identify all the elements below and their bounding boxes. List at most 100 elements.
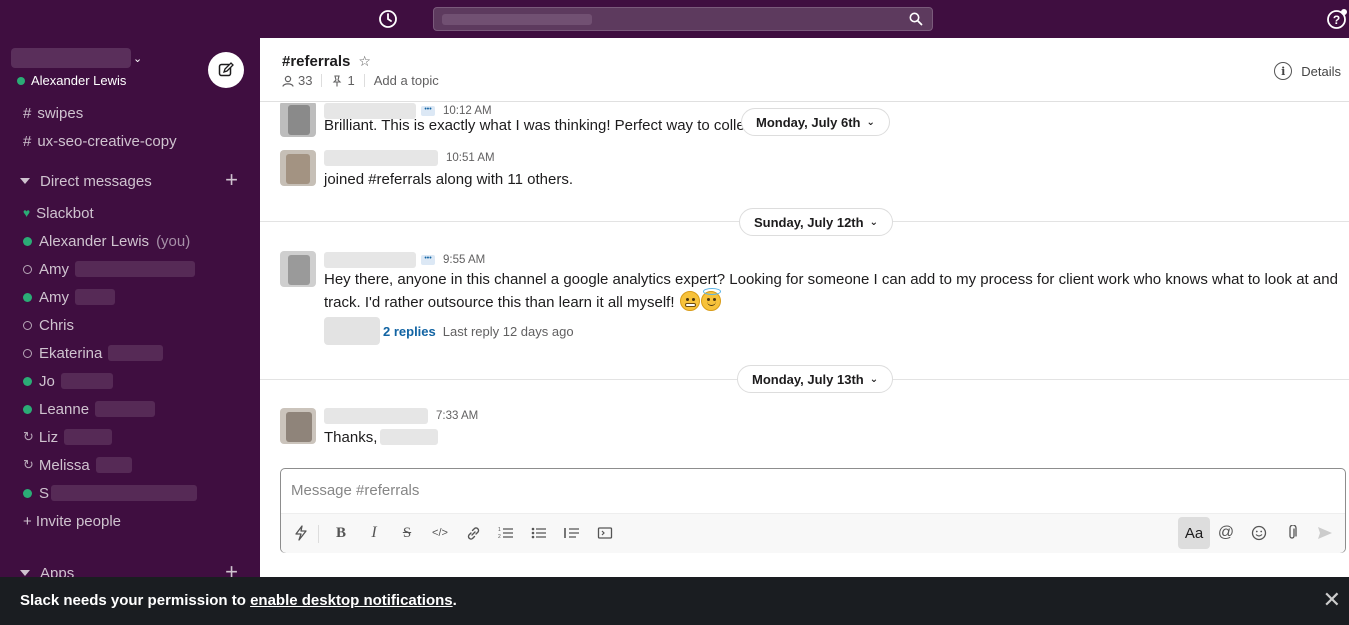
timestamp[interactable]: 7:33 AM bbox=[436, 410, 478, 422]
close-icon[interactable]: ✕ bbox=[1323, 587, 1341, 613]
details-button[interactable]: i Details bbox=[1274, 62, 1341, 80]
reply-avatars bbox=[324, 317, 380, 345]
chevron-down-icon: ⌄ bbox=[869, 373, 879, 385]
chevron-down-icon: ⌄ bbox=[869, 216, 878, 228]
members-icon bbox=[282, 75, 294, 87]
sender-name-blur[interactable] bbox=[324, 252, 416, 268]
away-status-icon bbox=[23, 320, 32, 330]
dm-amy-2[interactable]: Amy bbox=[0, 283, 260, 311]
message-list: ••• 10:12 AM Brilliant. This is exactly … bbox=[260, 103, 1349, 468]
name-blur bbox=[108, 345, 164, 361]
member-count[interactable]: 33 bbox=[298, 73, 312, 88]
mention-icon[interactable]: @ bbox=[1212, 519, 1240, 547]
chevron-down-icon[interactable]: ⌄ bbox=[133, 52, 142, 65]
add-topic-link[interactable]: Add a topic bbox=[374, 73, 439, 88]
online-status-icon bbox=[23, 376, 32, 386]
name-blur bbox=[64, 429, 113, 445]
attachment-icon[interactable] bbox=[1278, 519, 1306, 547]
avatar[interactable] bbox=[280, 251, 316, 287]
emoji-icon[interactable] bbox=[1245, 519, 1273, 547]
dm-s[interactable]: S bbox=[0, 479, 260, 507]
halo-emoji-icon bbox=[700, 288, 721, 311]
replies-link[interactable]: 2 replies bbox=[383, 324, 436, 339]
name-blur bbox=[95, 401, 156, 417]
avatar[interactable] bbox=[280, 103, 316, 137]
workspace-name[interactable] bbox=[11, 48, 131, 68]
compose-button[interactable] bbox=[208, 52, 244, 88]
svg-text:2: 2 bbox=[498, 534, 501, 540]
name-blur bbox=[95, 457, 132, 473]
avatar[interactable] bbox=[280, 408, 316, 444]
dm-chris[interactable]: Chris bbox=[0, 311, 260, 339]
timestamp[interactable]: 9:55 AM bbox=[443, 254, 485, 266]
invite-people-button[interactable]: + Invite people bbox=[0, 507, 260, 535]
add-dm-icon[interactable]: + bbox=[225, 169, 238, 191]
chevron-down-icon: ⌄ bbox=[866, 116, 875, 128]
refresh-status-icon: ↻ bbox=[23, 457, 34, 472]
avatar[interactable] bbox=[280, 150, 316, 186]
code-block-icon[interactable] bbox=[591, 519, 619, 547]
online-status-icon bbox=[17, 76, 25, 85]
strikethrough-icon[interactable]: S bbox=[393, 519, 421, 547]
dm-leanne[interactable]: Leanne bbox=[0, 395, 260, 423]
dm-alexander-lewis[interactable]: Alexander Lewis (you) bbox=[0, 227, 260, 255]
direct-messages-section[interactable]: Direct messages + bbox=[0, 167, 260, 195]
dm-melissa[interactable]: ↻ Melissa bbox=[0, 451, 260, 479]
day-divider-july-13[interactable]: Monday, July 13th ⌄ bbox=[737, 365, 894, 393]
code-icon[interactable]: </> bbox=[426, 519, 454, 547]
mention-blur bbox=[380, 429, 439, 445]
enable-notifications-link[interactable]: enable desktop notifications bbox=[250, 592, 453, 609]
divider bbox=[363, 74, 365, 87]
message-text: joined #referrals along with 11 others. bbox=[324, 171, 574, 188]
message-input[interactable]: Message #referrals bbox=[291, 482, 419, 499]
search-bar[interactable] bbox=[433, 7, 933, 31]
sidebar-channel-ux-seo-creative-copy[interactable]: # ux-seo-creative-copy bbox=[0, 127, 260, 155]
compose-icon bbox=[218, 62, 234, 77]
sidebar-channel-swipes[interactable]: # swipes bbox=[0, 99, 260, 127]
dm-ekaterina[interactable]: Ekaterina bbox=[0, 339, 260, 367]
thread-summary[interactable]: 2 replies Last reply 12 days ago bbox=[324, 317, 574, 345]
add-app-icon[interactable]: + bbox=[225, 561, 238, 578]
blockquote-icon[interactable] bbox=[558, 519, 586, 547]
last-reply: Last reply 12 days ago bbox=[442, 323, 574, 339]
shortcuts-icon[interactable] bbox=[287, 519, 315, 547]
message-composer[interactable]: Message #referrals B I S </> 12 Aa @ bbox=[280, 468, 1346, 553]
dm-amy-1[interactable]: Amy bbox=[0, 255, 260, 283]
sender-name-blur[interactable] bbox=[324, 150, 438, 166]
divider bbox=[318, 525, 319, 543]
status-emoji-icon: ••• bbox=[421, 255, 435, 265]
message[interactable]: 10:51 AM joined #referrals along with 11… bbox=[280, 150, 1345, 190]
heart-icon: ♥ bbox=[23, 206, 31, 220]
dm-slackbot[interactable]: ♥ Slackbot bbox=[0, 199, 260, 227]
bullet-list-icon[interactable] bbox=[525, 519, 553, 547]
top-bar: ? bbox=[0, 0, 1349, 38]
apps-section[interactable]: Apps + bbox=[0, 559, 260, 577]
formatting-toggle-button[interactable]: Aa bbox=[1178, 517, 1210, 549]
away-status-icon bbox=[23, 264, 32, 274]
clock-icon[interactable] bbox=[378, 9, 398, 29]
ordered-list-icon[interactable]: 12 bbox=[492, 519, 520, 547]
day-divider-july-6[interactable]: Monday, July 6th ⌄ bbox=[741, 108, 890, 136]
dm-jo[interactable]: Jo bbox=[0, 367, 260, 395]
online-status-icon bbox=[23, 404, 32, 414]
italic-icon[interactable]: I bbox=[360, 519, 388, 547]
link-icon[interactable] bbox=[459, 519, 487, 547]
bold-icon[interactable]: B bbox=[327, 519, 355, 547]
pin-count[interactable]: 1 bbox=[347, 73, 354, 88]
current-user[interactable]: Alexander Lewis bbox=[17, 73, 126, 88]
timestamp[interactable]: 10:51 AM bbox=[446, 152, 495, 164]
star-icon[interactable]: ☆ bbox=[358, 53, 371, 70]
help-icon[interactable]: ? bbox=[1326, 9, 1347, 30]
message[interactable]: ••• 9:55 AM Hey there, anyone in this ch… bbox=[280, 251, 1345, 351]
day-divider-july-12[interactable]: Sunday, July 12th ⌄ bbox=[739, 208, 893, 236]
sender-name-blur[interactable] bbox=[324, 408, 428, 424]
name-blur bbox=[51, 485, 198, 501]
channel-title[interactable]: #referrals ☆ bbox=[282, 53, 371, 70]
message-header: ••• 9:55 AM bbox=[324, 252, 485, 268]
send-icon[interactable] bbox=[1311, 519, 1339, 547]
message[interactable]: 7:33 AM Thanks, bbox=[280, 408, 1345, 458]
info-icon: i bbox=[1274, 62, 1293, 80]
message-text: Hey there, anyone in this channel a goog… bbox=[324, 271, 1338, 311]
dm-liz[interactable]: ↻ Liz bbox=[0, 423, 260, 451]
message-text: Brilliant. This is exactly what I was th… bbox=[324, 117, 753, 134]
